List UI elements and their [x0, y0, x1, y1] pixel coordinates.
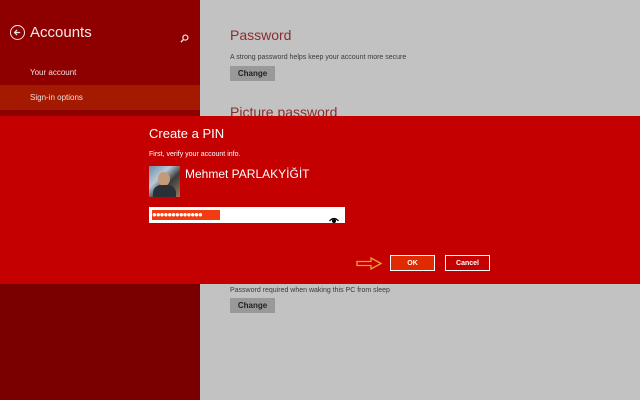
back-arrow-icon[interactable] [10, 25, 25, 40]
password-masked-value: ●●●●●●●●●●●●● [152, 210, 220, 220]
sidebar-item-sign-in-options[interactable]: Sign-in options [0, 85, 200, 110]
create-pin-dialog: Create a PIN First, verify your account … [0, 116, 640, 284]
change-require-password-button[interactable]: Change [230, 298, 275, 313]
cancel-button[interactable]: Cancel [445, 255, 490, 271]
dialog-subtitle: First, verify your account info. [149, 151, 241, 158]
ok-button[interactable]: OK [390, 255, 435, 271]
password-section-description: A strong password helps keep your accoun… [230, 54, 407, 61]
arrow-right-icon [356, 256, 383, 275]
sidebar-lower-panel [0, 284, 200, 400]
sidebar-item-your-account[interactable]: Your account [0, 60, 200, 85]
dialog-title: Create a PIN [149, 126, 225, 141]
search-icon[interactable] [180, 30, 189, 48]
sidebar-header: Accounts [10, 24, 92, 41]
password-section-title: Password [230, 27, 292, 43]
change-password-button[interactable]: Change [230, 66, 275, 81]
require-password-description: Password required when waking this PC fr… [230, 287, 390, 294]
password-input[interactable]: ●●●●●●●●●●●●● [149, 207, 345, 223]
eye-icon[interactable] [329, 211, 339, 229]
avatar-head [158, 172, 170, 186]
avatar [149, 166, 180, 197]
account-username: Mehmet PARLAKYİĞİT [185, 167, 310, 181]
sidebar-title: Accounts [30, 24, 92, 41]
avatar-body [153, 185, 176, 197]
